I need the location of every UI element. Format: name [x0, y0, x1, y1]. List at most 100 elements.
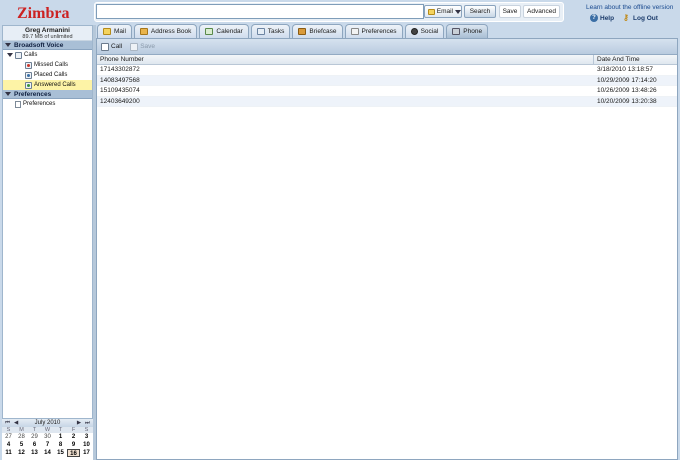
call-button[interactable]: Call — [101, 42, 122, 51]
tab-label: Mail — [114, 28, 126, 35]
save-icon — [130, 42, 139, 51]
calendar-day[interactable]: 8 — [54, 441, 67, 449]
answered-calls-icon — [25, 81, 32, 89]
key-icon: ⚷ — [623, 13, 629, 22]
offline-version-link[interactable]: Learn about the offline version — [586, 4, 673, 11]
tab-phone[interactable]: Phone — [446, 24, 489, 38]
tree-label: Calls — [24, 52, 38, 58]
calendar-day[interactable]: 29 — [28, 433, 41, 441]
calendar-day[interactable]: 5 — [15, 441, 28, 449]
tab-label: Briefcase — [309, 28, 337, 35]
date-time: 10/20/2009 13:20:38 — [597, 97, 657, 105]
table-row[interactable]: 14083497568 10/29/2009 17:14:20 — [97, 75, 677, 86]
date-time: 10/26/2009 13:48:26 — [597, 87, 657, 94]
save-label: Save — [140, 43, 156, 50]
calendar-day[interactable]: 17 — [80, 449, 93, 457]
calendar-month[interactable]: July 2010 — [35, 420, 61, 426]
calendar-day[interactable]: 2 — [67, 433, 80, 441]
calendar-day[interactable]: 3 — [80, 433, 93, 441]
calendar-day[interactable]: 13 — [28, 449, 41, 457]
collapse-icon[interactable] — [5, 43, 11, 47]
tree-item-placed-calls[interactable]: Placed Calls — [3, 70, 92, 80]
search-type-select[interactable]: Email — [424, 5, 462, 18]
tab-address-book[interactable]: Address Book — [133, 24, 198, 38]
preferences-icon — [350, 28, 359, 35]
tab-calendar[interactable]: Calendar — [199, 24, 249, 38]
zimbra-logo[interactable]: Zimbra — [17, 5, 81, 23]
calendar-day-today[interactable]: 16 — [67, 449, 80, 457]
next-month-icon[interactable]: ▶ — [77, 420, 81, 427]
social-icon — [410, 28, 418, 35]
calendar-day[interactable]: 15 — [54, 449, 67, 457]
logout-link[interactable]: ⚷ Log Out — [623, 14, 658, 22]
calendar-day[interactable]: 12 — [15, 449, 28, 457]
tab-tasks[interactable]: Tasks — [250, 24, 291, 38]
table-row[interactable]: 15109435074 10/26/2009 13:48:26 — [97, 86, 677, 97]
calendar-day[interactable]: 14 — [41, 449, 54, 457]
tab-briefcase[interactable]: Briefcase — [292, 24, 343, 38]
help-label: Help — [600, 14, 615, 22]
tab-label: Phone — [463, 28, 483, 35]
calendar-day[interactable]: 7 — [41, 441, 54, 449]
quota-text: 89.7 MB of unlimited — [22, 34, 73, 40]
tree-label: Preferences — [23, 101, 56, 107]
section-preferences[interactable]: Preferences — [3, 90, 92, 99]
calendar-day[interactable]: 10 — [80, 441, 93, 449]
tab-preferences[interactable]: Preferences — [344, 24, 403, 38]
phone-number: 12403649200 — [100, 97, 140, 105]
user-name: Greg Armanini — [25, 27, 70, 34]
search-input[interactable] — [96, 4, 424, 19]
table-row[interactable]: 17143302872 3/18/2010 13:18:57 — [97, 65, 677, 76]
tab-label: Address Book — [150, 28, 192, 35]
search-bar: Email Search Save Advanced — [96, 4, 562, 20]
help-link[interactable]: ? Help — [590, 14, 614, 22]
collapse-icon[interactable] — [5, 92, 11, 96]
calendar-header: ⏮ ◀ July 2010 ▶ ⏭ — [2, 419, 93, 427]
prev-year-icon[interactable]: ⏮ — [5, 420, 10, 427]
table-header: Phone Number Date And Time — [97, 55, 677, 65]
calendar-day[interactable]: 6 — [28, 441, 41, 449]
tree-label: Missed Calls — [34, 62, 69, 68]
calendar-day[interactable]: 11 — [2, 449, 15, 457]
tree-item-missed-calls[interactable]: Missed Calls — [3, 60, 92, 70]
tab-label: Preferences — [361, 28, 397, 35]
calendar-day[interactable]: 9 — [67, 441, 80, 449]
date-time: 3/18/2010 13:18:57 — [597, 66, 654, 73]
chevron-down-icon — [455, 9, 461, 14]
phone-icon — [452, 28, 461, 35]
advanced-search-button[interactable]: Advanced — [523, 5, 560, 18]
next-year-icon[interactable]: ⏭ — [85, 420, 90, 427]
save-button[interactable]: Save — [130, 42, 156, 51]
save-search-button[interactable]: Save — [499, 5, 521, 18]
tree-item-answered-calls[interactable]: Answered Calls — [3, 80, 92, 90]
calendar-day[interactable]: 4 — [2, 441, 15, 449]
tab-label: Social — [420, 28, 439, 35]
tree-label: Placed Calls — [34, 72, 68, 78]
column-header-phone[interactable]: Phone Number — [97, 55, 594, 64]
table-row[interactable]: 12403649200 10/20/2009 13:20:38 — [97, 96, 677, 107]
toolbar: Call Save — [97, 39, 677, 55]
tab-mail[interactable]: Mail — [97, 24, 132, 38]
briefcase-icon — [298, 28, 307, 35]
calendar-day[interactable]: 27 — [2, 433, 15, 441]
tab-social[interactable]: Social — [404, 24, 445, 38]
calendar-day[interactable]: 30 — [41, 433, 54, 441]
mail-icon — [103, 28, 111, 35]
calendar-day[interactable]: 1 — [54, 433, 67, 441]
tab-label: Calendar — [216, 28, 243, 35]
tree-item-calls[interactable]: Calls — [3, 50, 92, 60]
section-broadsoft-voice[interactable]: Broadsoft Voice — [3, 41, 92, 50]
column-header-date[interactable]: Date And Time — [594, 55, 677, 64]
prev-month-icon[interactable]: ◀ — [14, 420, 18, 427]
phone-icon — [101, 42, 109, 51]
main-content: Call Save Phone Number Date And Time 171… — [96, 38, 678, 460]
left-panel: Greg Armanini 89.7 MB of unlimited Broad… — [2, 25, 93, 460]
calendar-grid: 27 28 29 30 1 2 3 4 5 6 7 8 9 10 11 12 1… — [2, 433, 93, 457]
phone-number: 17143302872 — [100, 66, 140, 73]
help-icon: ? — [590, 14, 598, 22]
expand-icon[interactable] — [7, 53, 13, 57]
tree-item-preferences[interactable]: Preferences — [3, 99, 92, 109]
calendar-icon — [205, 28, 214, 35]
calendar-day[interactable]: 28 — [15, 433, 28, 441]
search-button[interactable]: Search — [464, 5, 496, 18]
